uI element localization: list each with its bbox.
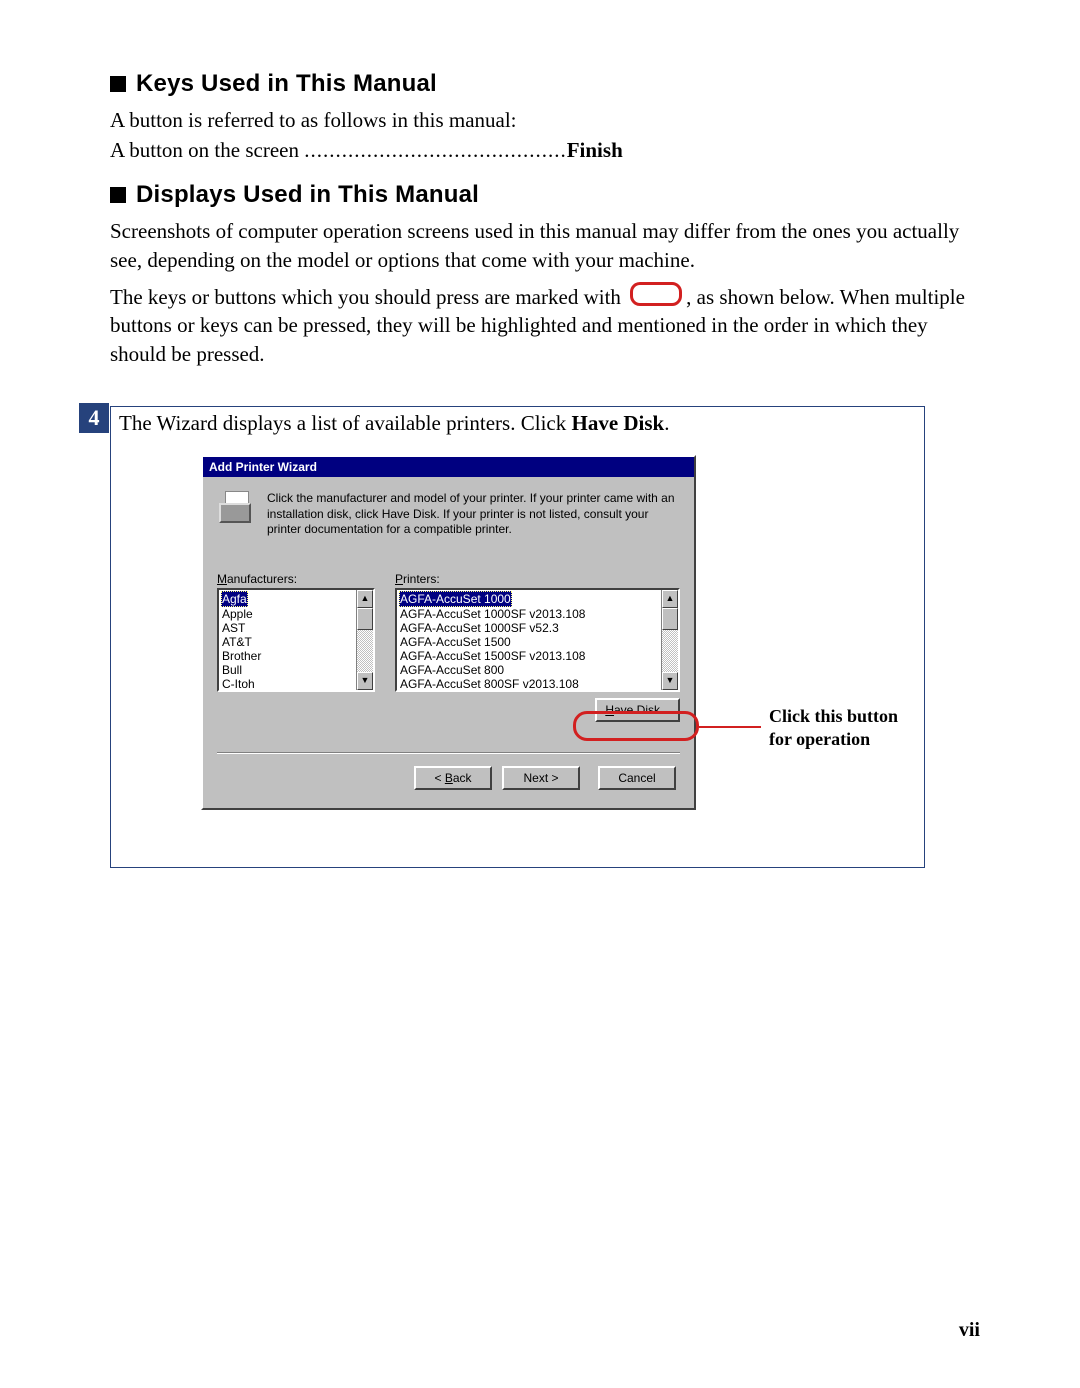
- scroll-thumb[interactable]: [357, 608, 373, 630]
- page-number: vii: [959, 1319, 980, 1342]
- list-item[interactable]: Agfa: [221, 591, 248, 607]
- list-item[interactable]: AST: [221, 621, 354, 635]
- bullet-square: [110, 76, 126, 92]
- printers-label: Printers:: [395, 572, 680, 586]
- scrollbar[interactable]: ▲ ▼: [661, 590, 678, 690]
- scroll-up-icon[interactable]: ▲: [662, 590, 678, 608]
- add-printer-wizard-dialog: Add Printer Wizard Click the manufacture…: [201, 455, 696, 810]
- printer-icon: [217, 491, 255, 523]
- list-item[interactable]: AGFA-AccuSet 1000SF v52.3: [399, 621, 659, 635]
- dialog-titlebar: Add Printer Wizard: [203, 457, 694, 477]
- cancel-button[interactable]: Cancel: [598, 766, 676, 790]
- list-item[interactable]: AGFA-AccuSet 1500SF v2013.108: [399, 649, 659, 663]
- figure-frame: 4 The Wizard displays a list of availabl…: [110, 406, 925, 868]
- scroll-up-icon[interactable]: ▲: [357, 590, 373, 608]
- section-heading-keys: Keys Used in This Manual: [110, 70, 980, 98]
- manufacturers-label: Manufacturers:: [217, 572, 375, 586]
- scroll-thumb[interactable]: [662, 608, 678, 630]
- keys-paragraph-1: A button is referred to as follows in th…: [110, 106, 980, 134]
- displays-paragraph-2: The keys or buttons which you should pre…: [110, 282, 980, 368]
- list-item[interactable]: AGFA-AccuSet 800: [399, 663, 659, 677]
- printers-listbox[interactable]: AGFA-AccuSet 1000 AGFA-AccuSet 1000SF v2…: [395, 588, 680, 692]
- list-item[interactable]: AGFA-AccuSet 1000: [399, 591, 512, 607]
- next-button[interactable]: Next >: [502, 766, 580, 790]
- back-button[interactable]: < Back: [414, 766, 492, 790]
- bullet-square: [110, 187, 126, 203]
- separator: [217, 752, 680, 754]
- list-item[interactable]: Bull: [221, 663, 354, 677]
- list-item[interactable]: AT&T: [221, 635, 354, 649]
- list-item[interactable]: C-Itoh: [221, 677, 354, 690]
- displays-paragraph-1: Screenshots of computer operation screen…: [110, 217, 980, 274]
- scroll-down-icon[interactable]: ▼: [662, 672, 678, 690]
- callout-connector-line: [699, 726, 761, 728]
- list-item[interactable]: AGFA-AccuSet 1000SF v2013.108: [399, 607, 659, 621]
- scrollbar[interactable]: ▲ ▼: [356, 590, 373, 690]
- step-number-badge: 4: [79, 403, 109, 433]
- red-oval-marker-icon: [630, 282, 682, 306]
- callout-text: Click this button for operation: [769, 705, 898, 752]
- list-item[interactable]: AGFA-AccuSet 1500: [399, 635, 659, 649]
- manufacturers-listbox[interactable]: Agfa Apple AST AT&T Brother Bull C-Itoh: [217, 588, 375, 692]
- section-heading-displays: Displays Used in This Manual: [110, 181, 980, 209]
- list-item[interactable]: AGFA-AccuSet 800SF v2013.108: [399, 677, 659, 690]
- scroll-down-icon[interactable]: ▼: [357, 672, 373, 690]
- list-item[interactable]: Brother: [221, 649, 354, 663]
- step-description: The Wizard displays a list of available …: [111, 407, 924, 436]
- dialog-instruction-text: Click the manufacturer and model of your…: [267, 491, 680, 538]
- list-item[interactable]: Apple: [221, 607, 354, 621]
- have-disk-highlight-oval-icon: [573, 711, 699, 741]
- button-example-line: A button on the screen .................…: [110, 138, 980, 163]
